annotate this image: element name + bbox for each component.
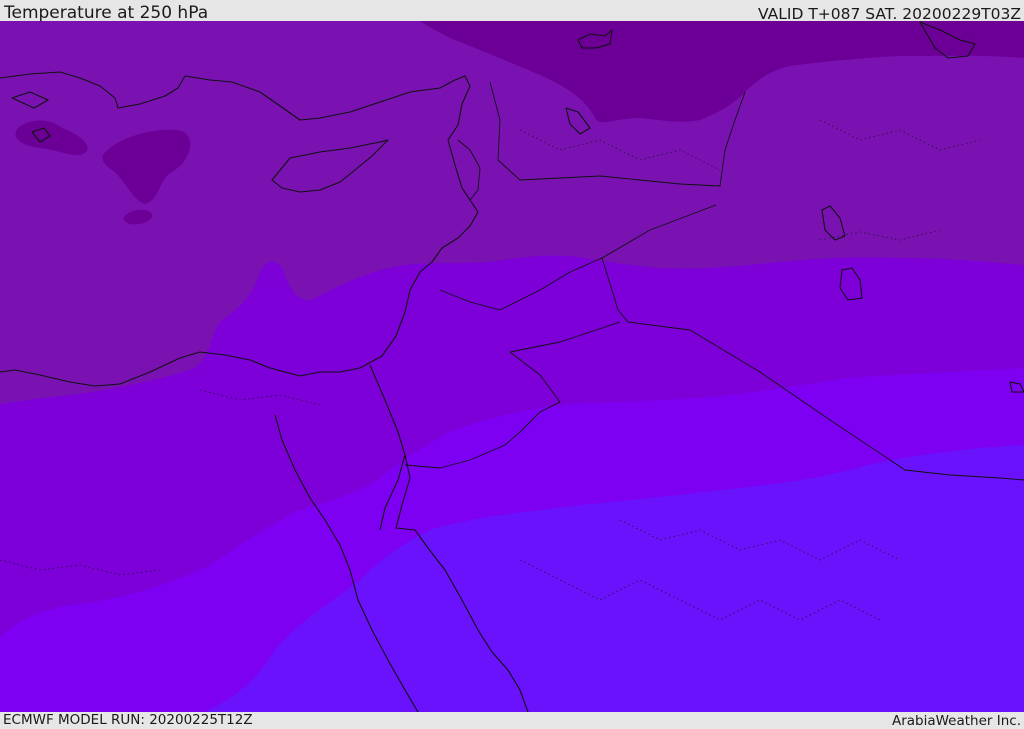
temperature-map [0, 21, 1024, 712]
footer-bar: ECMWF MODEL RUN: 20200225T12Z ArabiaWeat… [0, 712, 1024, 729]
map-title: Temperature at 250 hPa [4, 3, 209, 23]
map-panel[interactable] [0, 21, 1024, 712]
header-bar: Temperature at 250 hPa VALID T+087 SAT. … [0, 0, 1024, 23]
provider-credit: ArabiaWeather Inc. [891, 713, 1021, 729]
model-run: ECMWF MODEL RUN: 20200225T12Z [3, 712, 253, 728]
